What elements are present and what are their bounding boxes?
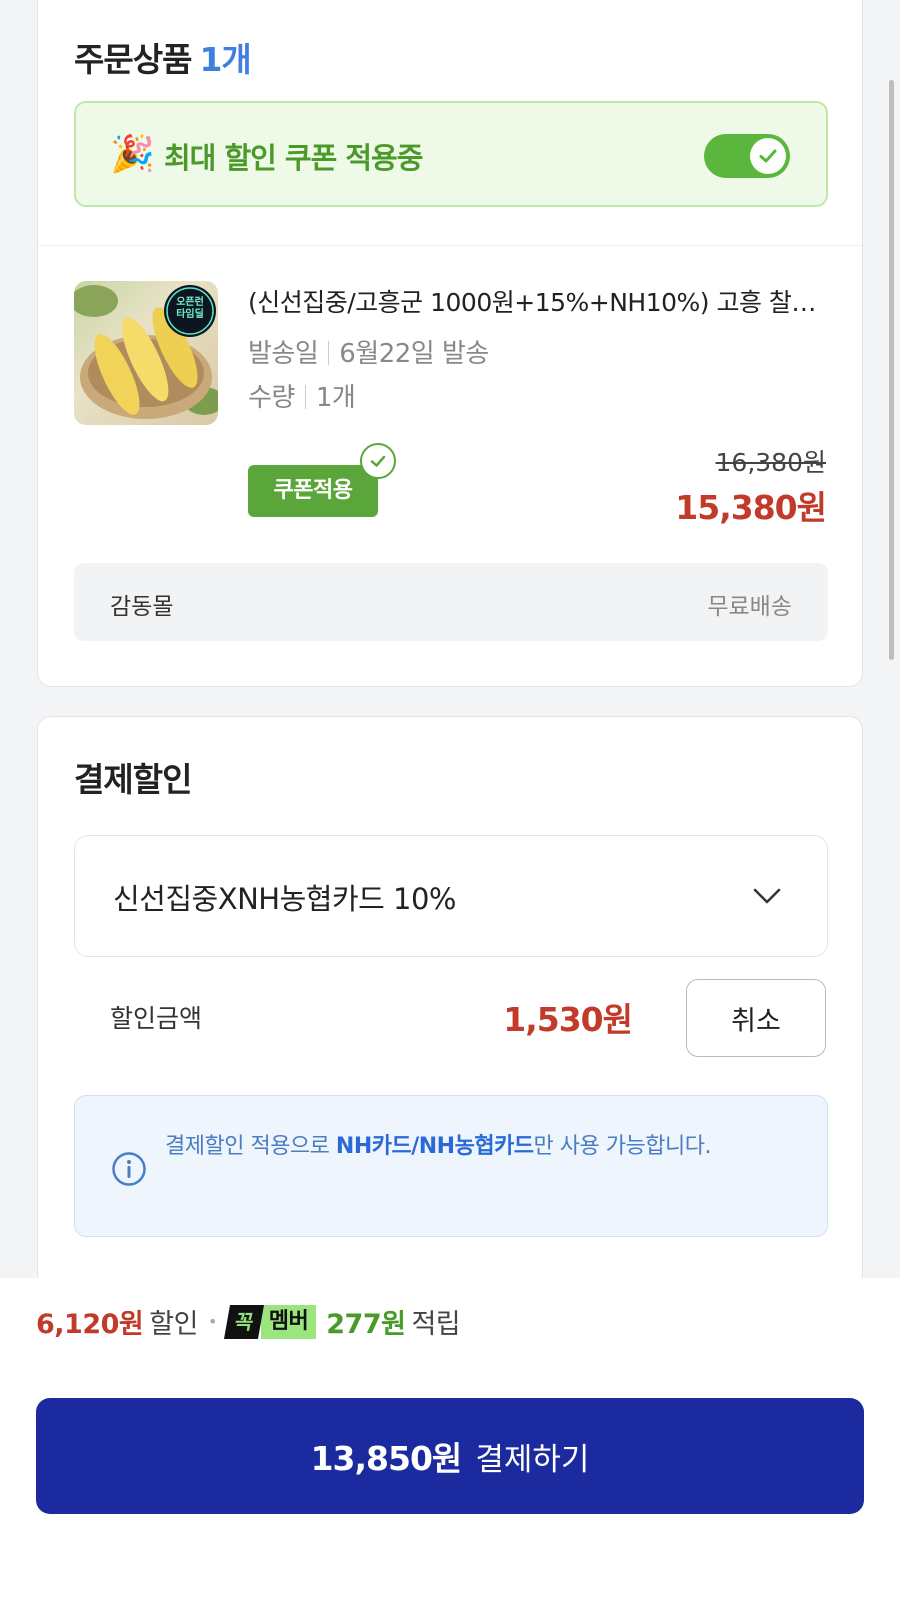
ship-date-row: 발송일 6월22일 발송 — [248, 339, 489, 369]
thumbnail-badge-text: 오픈런 타임딜 — [176, 297, 204, 320]
order-count: 1개 — [199, 40, 251, 79]
discount-amount-label: 할인금액 — [110, 1004, 203, 1033]
party-popper-icon: 🎉 — [110, 134, 155, 175]
shipping-info: 감동몰 무료배송 — [74, 563, 828, 641]
quantity: 1개 — [315, 383, 356, 413]
card-restriction-notice: 결제할인 적용으로 NH카드/NH농협카드만 사용 가능합니다. — [74, 1095, 828, 1237]
member-badge-label: 멤버 — [260, 1304, 317, 1339]
product-name: (신선집중/고흥군 1000원+15%+NH10%) 고흥 찰옥수수 — [248, 288, 818, 317]
payment-discount-card: 결제할인 신선집중XNH농협카드 10% 할인금액 1,530원 취소 결제할인… — [37, 716, 863, 1356]
payment-discount-title: 결제할인 — [74, 760, 192, 799]
member-badge: 꼭 멤버 — [223, 1304, 317, 1339]
notice-text: 결제할인 적용으로 NH카드/NH농협카드만 사용 가능합니다. — [165, 1134, 711, 1159]
total-discount: 6,120원 — [36, 1309, 144, 1340]
checkout-summary: 6,120원 할인 • 꼭 멤버 277원 적립 — [36, 1302, 461, 1341]
pay-amount: 13,850원 — [310, 1439, 463, 1478]
checkmark-icon — [759, 149, 777, 163]
member-badge-logo: 꼭 — [223, 1304, 264, 1339]
checkout-bar: 6,120원 할인 • 꼭 멤버 277원 적립 13,850원 결제하기 — [0, 1278, 900, 1608]
notice-highlight: NH카드/NH농협카드 — [335, 1134, 534, 1159]
chevron-down-icon — [753, 888, 781, 904]
coupon-banner-text: 최대 할인 쿠폰 적용중 — [164, 141, 423, 175]
quantity-row: 수량 1개 — [248, 383, 356, 413]
final-price: 15,380원 — [675, 488, 827, 527]
scrollbar[interactable] — [889, 80, 894, 660]
info-icon — [112, 1152, 146, 1186]
card-discount-select[interactable]: 신선집중XNH농협카드 10% — [74, 835, 828, 957]
coupon-check-icon — [360, 443, 396, 479]
order-items-card: 주문상품 1개 🎉 최대 할인 쿠폰 적용중 오픈런 타임딜 (신선집중/고흥군… — [37, 0, 863, 687]
selected-discount-option: 신선집중XNH농협카드 10% — [113, 882, 456, 916]
ship-date: 6월22일 발송 — [339, 339, 489, 369]
max-coupon-banner[interactable]: 🎉 최대 할인 쿠폰 적용중 — [74, 101, 828, 207]
shipping-fee: 무료배송 — [707, 594, 792, 620]
seller-name: 감동몰 — [110, 594, 174, 620]
cancel-discount-button[interactable]: 취소 — [686, 979, 826, 1057]
coupon-toggle[interactable] — [704, 134, 790, 178]
coupon-applied-badge[interactable]: 쿠폰적용 — [248, 465, 378, 517]
pay-button[interactable]: 13,850원 결제하기 — [36, 1398, 864, 1514]
section-divider — [38, 245, 862, 246]
original-price: 16,380원 — [715, 448, 826, 477]
product-thumbnail[interactable]: 오픈런 타임딜 — [74, 281, 218, 425]
pay-label: 결제하기 — [475, 1441, 590, 1478]
reward-points: 277원 — [326, 1309, 406, 1340]
toggle-knob — [750, 138, 786, 174]
separator-dot: • — [207, 1312, 217, 1331]
discount-amount: 1,530원 — [503, 1000, 633, 1039]
order-section-title: 주문상품 1개 — [74, 40, 252, 79]
